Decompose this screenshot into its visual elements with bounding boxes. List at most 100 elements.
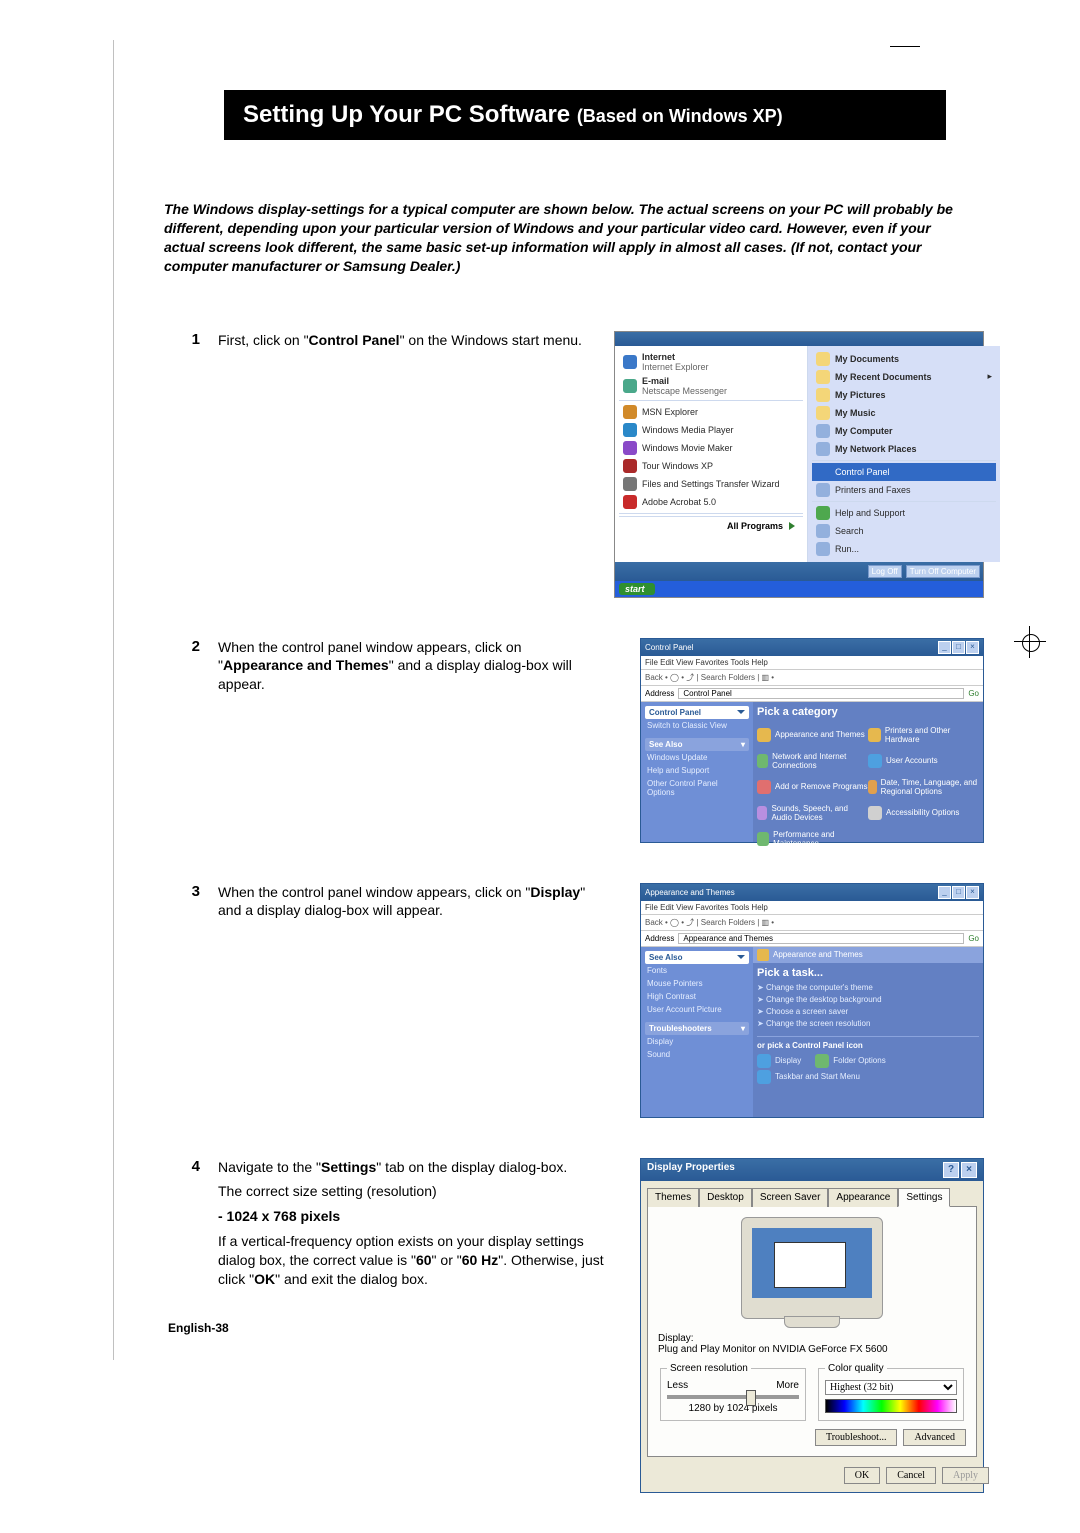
menu-bar[interactable]: File Edit View Favorites Tools Help (641, 901, 983, 915)
registration-mark (1014, 626, 1046, 658)
start-item-printers[interactable]: Printers and Faxes (812, 481, 996, 499)
tab-appearance[interactable]: Appearance (828, 1188, 898, 1207)
start-item-msn[interactable]: MSN Explorer (619, 403, 803, 421)
chevron-down-icon (737, 710, 745, 714)
start-item-acrobat[interactable]: Adobe Acrobat 5.0 (619, 493, 803, 511)
pick-task: Pick a task... (757, 967, 979, 979)
cat-addremove[interactable]: Add or Remove Programs (757, 778, 868, 796)
tab-desktop[interactable]: Desktop (699, 1188, 752, 1207)
label: Appearance and Themes (775, 730, 865, 739)
resolution-slider[interactable] (667, 1395, 799, 1399)
side-heading-troubleshooters[interactable]: Troubleshooters▾ (645, 1022, 749, 1035)
all-programs[interactable]: All Programs (619, 516, 803, 535)
control-panel-icon (816, 465, 830, 479)
step1-bold: Control Panel (309, 332, 400, 348)
side-link[interactable]: User Account Picture (645, 1003, 749, 1016)
start-item-run[interactable]: Run... (812, 540, 996, 558)
start-item-recent[interactable]: My Recent Documents▸ (812, 368, 996, 386)
window-titlebar: Appearance and Themes _□× (641, 884, 983, 901)
maximize-icon[interactable]: □ (952, 641, 965, 654)
folder-icon (816, 370, 830, 384)
title-subtitle: (Based on Windows XP) (577, 106, 783, 126)
screen-resolution-group: Screen resolution Less More 1280 by 1024… (660, 1363, 806, 1421)
toolbar[interactable]: Back • ◯ • ⤴ | Search Folders | ▥ • (641, 670, 983, 686)
start-item-network[interactable]: My Network Places (812, 440, 996, 458)
ok-button[interactable]: OK (844, 1467, 880, 1484)
side-link[interactable]: Display (645, 1035, 749, 1048)
display-icon (757, 1054, 771, 1068)
slider-thumb[interactable] (746, 1390, 756, 1406)
cat-datetime[interactable]: Date, Time, Language, and Regional Optio… (868, 778, 979, 796)
color-quality-select[interactable]: Highest (32 bit) (825, 1380, 957, 1395)
close-icon[interactable]: × (966, 641, 979, 654)
display-value: Plug and Play Monitor on NVIDIA GeForce … (658, 1344, 888, 1355)
toolbar[interactable]: Back • ◯ • ⤴ | Search Folders | ▥ • (641, 915, 983, 931)
maximize-icon[interactable]: □ (952, 886, 965, 899)
address-bar[interactable]: Address Appearance and Themes Go (641, 931, 983, 947)
side-link[interactable]: High Contrast (645, 990, 749, 1003)
go-button[interactable]: Go (968, 689, 979, 698)
logoff-button[interactable]: Log Off (868, 565, 902, 578)
cat-printers[interactable]: Printers and Other Hardware (868, 726, 979, 744)
t: - 1024 x 768 pixels (218, 1207, 608, 1226)
task-resolution[interactable]: Change the screen resolution (757, 1019, 979, 1028)
go-button[interactable]: Go (968, 934, 979, 943)
side-link[interactable]: Mouse Pointers (645, 977, 749, 990)
menu-bar[interactable]: File Edit View Favorites Tools Help (641, 656, 983, 670)
turnoff-button[interactable]: Turn Off Computer (906, 565, 980, 578)
advanced-button[interactable]: Advanced (903, 1429, 966, 1446)
t: " or " (432, 1252, 462, 1268)
cat-sounds[interactable]: Sounds, Speech, and Audio Devices (757, 804, 868, 822)
tab-screensaver[interactable]: Screen Saver (752, 1188, 829, 1207)
close-icon[interactable]: × (966, 886, 979, 899)
help-icon[interactable]: ? (943, 1162, 959, 1178)
window-buttons: _□× (937, 641, 979, 654)
side-link[interactable]: Other Control Panel Options (645, 777, 749, 799)
side-heading-seealso[interactable]: See Also▾ (645, 738, 749, 751)
cat-network[interactable]: Network and Internet Connections (757, 752, 868, 770)
side-heading-cp[interactable]: Control Panel (645, 706, 749, 719)
label: Windows Movie Maker (642, 443, 733, 453)
monitor-screen (752, 1228, 872, 1298)
main-panel: Pick a category Appearance and Themes Pr… (753, 702, 983, 842)
side-heading-seealso[interactable]: See Also (645, 951, 749, 964)
start-item-docs[interactable]: My Documents (812, 350, 996, 368)
start-item-tour[interactable]: Tour Windows XP (619, 457, 803, 475)
close-icon[interactable]: × (961, 1162, 977, 1178)
start-item-wmp[interactable]: Windows Media Player (619, 421, 803, 439)
cp-icon-taskbar[interactable]: Taskbar and Start Menu (757, 1070, 860, 1084)
minimize-icon[interactable]: _ (938, 641, 951, 654)
task-change-theme[interactable]: Change the computer's theme (757, 983, 979, 992)
cat-appearance[interactable]: Appearance and Themes (757, 726, 868, 744)
side-link-switch[interactable]: Switch to Classic View (645, 719, 749, 732)
start-item-help[interactable]: Help and Support (812, 504, 996, 522)
start-item-moviemaker[interactable]: Windows Movie Maker (619, 439, 803, 457)
cp-icon-display[interactable]: Display (757, 1054, 801, 1068)
start-button[interactable]: start (619, 583, 655, 595)
cat-performance[interactable]: Performance and Maintenance (757, 830, 868, 848)
side-link[interactable]: Fonts (645, 964, 749, 977)
cancel-button[interactable]: Cancel (886, 1467, 936, 1484)
task-screensaver[interactable]: Choose a screen saver (757, 1007, 979, 1016)
tab-themes[interactable]: Themes (647, 1188, 699, 1207)
start-item-search[interactable]: Search (812, 522, 996, 540)
minimize-icon[interactable]: _ (938, 886, 951, 899)
start-item-internet[interactable]: InternetInternet Explorer (619, 350, 803, 374)
tab-settings[interactable]: Settings (898, 1188, 950, 1207)
start-item-email[interactable]: E-mailNetscape Messenger (619, 374, 803, 398)
start-item-music[interactable]: My Music (812, 404, 996, 422)
cp-icon-folder-options[interactable]: Folder Options (815, 1054, 885, 1068)
side-link[interactable]: Windows Update (645, 751, 749, 764)
start-item-fst[interactable]: Files and Settings Transfer Wizard (619, 475, 803, 493)
side-link[interactable]: Help and Support (645, 764, 749, 777)
task-change-bg[interactable]: Change the desktop background (757, 995, 979, 1004)
cat-accessibility[interactable]: Accessibility Options (868, 804, 979, 822)
apply-button[interactable]: Apply (942, 1467, 989, 1484)
start-item-pics[interactable]: My Pictures (812, 386, 996, 404)
start-item-control-panel[interactable]: Control Panel (812, 463, 996, 481)
start-item-computer[interactable]: My Computer (812, 422, 996, 440)
address-bar[interactable]: Address Control Panel Go (641, 686, 983, 702)
troubleshoot-button[interactable]: Troubleshoot... (815, 1429, 897, 1446)
cat-users[interactable]: User Accounts (868, 752, 979, 770)
side-link[interactable]: Sound (645, 1048, 749, 1061)
